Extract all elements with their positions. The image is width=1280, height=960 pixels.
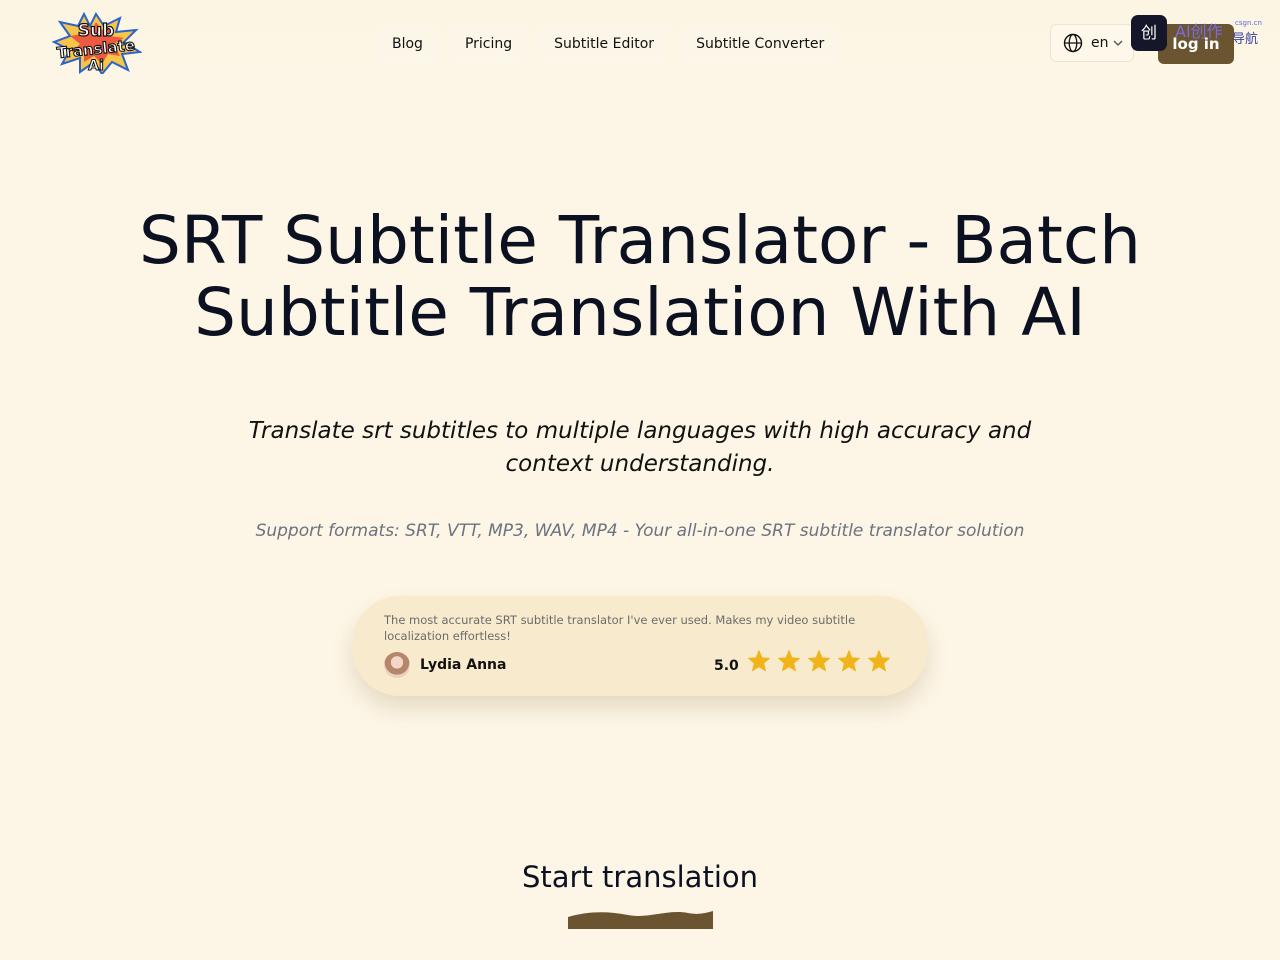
site-header: Sub Translate Ai Blog Pricing Subtitle E… xyxy=(0,0,1280,88)
page-title-line-2: Subtitle Translation With AI xyxy=(194,274,1086,351)
overlay-badge-domain: csgn.cn xyxy=(1235,19,1262,27)
hero-subtitle: Translate srt subtitles to multiple lang… xyxy=(248,418,1032,477)
logo-word-ai: Ai xyxy=(88,58,104,74)
nav-pricing[interactable]: Pricing xyxy=(450,24,527,64)
main-nav: Blog Pricing Subtitle Editor Subtitle Co… xyxy=(378,24,839,64)
star-icon xyxy=(837,649,861,672)
star-icon xyxy=(867,649,891,672)
page-title: SRT Subtitle Translator - Batch Subtitle… xyxy=(0,205,1280,349)
supported-formats: Support formats: SRT, VTT, MP3, WAV, MP4… xyxy=(255,521,1025,541)
overlay-badge-text: AI创作 xyxy=(1175,22,1223,41)
overlay-badge[interactable]: 创 AI创作 csgn.cn 导航 xyxy=(1131,15,1262,53)
globe-icon xyxy=(1063,33,1083,53)
ai-creation-icon: 创 xyxy=(1131,15,1167,51)
chevron-down-icon xyxy=(1113,40,1122,46)
page-title-line-1: SRT Subtitle Translator - Batch xyxy=(139,202,1141,279)
rating-stars xyxy=(746,648,892,674)
star-icon xyxy=(777,649,801,672)
wave-divider xyxy=(568,911,713,929)
testimonial-quote: The most accurate SRT subtitle translato… xyxy=(384,613,856,643)
avatar xyxy=(384,652,410,678)
nav-subtitle-editor[interactable]: Subtitle Editor xyxy=(540,24,669,64)
language-value: en xyxy=(1091,35,1109,51)
nav-subtitle-converter[interactable]: Subtitle Converter xyxy=(682,24,839,64)
logo[interactable]: Sub Translate Ai xyxy=(50,11,143,76)
star-icon xyxy=(747,649,771,672)
testimonial-author: Lydia Anna xyxy=(420,657,507,673)
overlay-badge-label: 导航 xyxy=(1232,32,1259,47)
star-icon xyxy=(807,649,831,672)
rating-score: 5.0 xyxy=(714,658,739,674)
testimonial-card: The most accurate SRT subtitle translato… xyxy=(352,596,928,696)
language-selector[interactable]: en xyxy=(1050,24,1134,62)
start-translation-heading: Start translation xyxy=(522,860,758,894)
nav-blog[interactable]: Blog xyxy=(378,24,437,64)
